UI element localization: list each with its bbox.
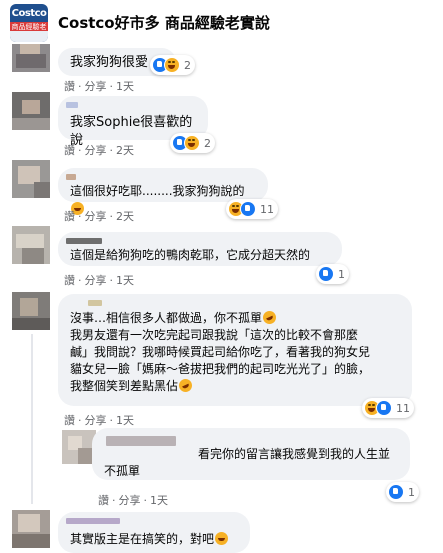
like-link[interactable]: 讚 bbox=[98, 494, 109, 507]
reaction-summary[interactable]: 2 bbox=[150, 55, 195, 75]
haha-reaction-icon bbox=[184, 135, 200, 151]
share-link[interactable]: 分享 bbox=[119, 494, 141, 507]
commenter-avatar[interactable] bbox=[12, 292, 50, 330]
commenter-avatar[interactable] bbox=[12, 160, 50, 198]
comment-timestamp[interactable]: 1天 bbox=[116, 414, 134, 427]
group-title[interactable]: Costco好市多 商品經驗老實說 bbox=[58, 12, 270, 33]
like-reaction-icon bbox=[318, 266, 334, 282]
blurred-name bbox=[106, 436, 176, 446]
reaction-summary[interactable]: 2 bbox=[170, 133, 215, 153]
comment-bubble: 沒事…相信很多人都做過，你不孤單 我男友還有一次吃完起司跟我說「這次的比較不會那… bbox=[58, 294, 412, 406]
comment-bubble: 這個很好吃耶........我家狗狗說的 bbox=[58, 168, 268, 215]
blurred-name bbox=[88, 300, 102, 306]
reaction-summary[interactable]: 1 bbox=[316, 264, 349, 284]
like-reaction-icon bbox=[388, 484, 404, 500]
comment-timestamp[interactable]: 1天 bbox=[150, 494, 168, 507]
share-link[interactable]: 分享 bbox=[85, 80, 107, 93]
comment-timestamp[interactable]: 1天 bbox=[116, 274, 134, 287]
comment-actions: 讚 · 分享 · 1天 bbox=[64, 80, 134, 93]
share-link[interactable]: 分享 bbox=[85, 144, 107, 157]
rofl-emoji-icon bbox=[260, 308, 279, 327]
reaction-summary[interactable]: 11 bbox=[362, 398, 414, 418]
reaction-count: 1 bbox=[408, 485, 415, 499]
reaction-count: 1 bbox=[338, 267, 345, 281]
comment-timestamp[interactable]: 1天 bbox=[116, 80, 134, 93]
comment-actions: 讚 · 分享 · 1天 bbox=[64, 414, 134, 427]
comment-actions: 讚 · 分享 · 2天 bbox=[64, 210, 134, 223]
thread-line bbox=[31, 334, 33, 504]
blurred-name bbox=[66, 238, 102, 244]
commenter-avatar[interactable] bbox=[12, 226, 50, 264]
reaction-count: 2 bbox=[184, 58, 191, 72]
comment-actions: 讚 · 分享 · 1天 bbox=[64, 274, 134, 287]
blurred-name bbox=[66, 518, 120, 524]
haha-reaction-icon bbox=[164, 57, 180, 73]
comment-text: 我家狗狗很愛 bbox=[70, 55, 149, 70]
group-logo-base bbox=[10, 31, 48, 42]
reaction-count: 11 bbox=[260, 202, 274, 216]
reply-bubble: 看完你的留言讓我感覺到我的人生並 不孤單 bbox=[92, 428, 410, 480]
like-link[interactable]: 讚 bbox=[64, 144, 75, 157]
like-link[interactable]: 讚 bbox=[64, 414, 75, 427]
like-reaction-icon bbox=[240, 201, 256, 217]
commenter-avatar[interactable] bbox=[12, 510, 50, 548]
reply-actions: 讚 · 分享 · 1天 bbox=[98, 494, 168, 507]
comment-bubble: 其實版主是在搞笑的，對吧 bbox=[58, 512, 250, 553]
reaction-summary[interactable]: 1 bbox=[386, 482, 419, 502]
rofl-emoji-icon bbox=[176, 376, 195, 395]
like-link[interactable]: 讚 bbox=[64, 274, 75, 287]
reaction-count: 2 bbox=[204, 136, 211, 150]
grinning-emoji-icon bbox=[215, 532, 229, 545]
like-link[interactable]: 讚 bbox=[64, 210, 75, 223]
blurred-name bbox=[66, 174, 76, 180]
comment-text: 沒事…相信很多人都做過，你不孤單 我男友還有一次吃完起司跟我說「這次的比較不會那… bbox=[70, 308, 400, 395]
comment-text: 其實版主是在搞笑的，對吧 bbox=[70, 530, 238, 548]
share-link[interactable]: 分享 bbox=[85, 274, 107, 287]
like-reaction-icon bbox=[376, 400, 392, 416]
reply-commenter-avatar[interactable] bbox=[62, 430, 96, 464]
blurred-name bbox=[66, 102, 78, 108]
share-link[interactable]: 分享 bbox=[85, 414, 107, 427]
commenter-avatar[interactable] bbox=[12, 92, 50, 130]
comment-timestamp[interactable]: 2天 bbox=[116, 210, 134, 223]
reaction-summary[interactable]: 11 bbox=[226, 199, 278, 219]
comment-bubble: 這個是給狗狗吃的鴨肉乾耶，它成分超天然的 bbox=[58, 232, 342, 266]
comment-text: 這個是給狗狗吃的鴨肉乾耶，它成分超天然的 bbox=[70, 248, 311, 262]
comment-actions: 讚 · 分享 · 2天 bbox=[64, 144, 134, 157]
share-link[interactable]: 分享 bbox=[85, 210, 107, 223]
reaction-count: 11 bbox=[396, 401, 410, 415]
group-header: Costco好市 商品經驗老實 Costco好市多 商品經驗老實說 bbox=[0, 0, 443, 44]
like-link[interactable]: 讚 bbox=[64, 80, 75, 93]
group-avatar[interactable]: Costco好市 商品經驗老實 bbox=[10, 4, 48, 42]
comment-timestamp[interactable]: 2天 bbox=[116, 144, 134, 157]
reply-text: 看完你的留言讓我感覺到我的人生並 不孤單 bbox=[104, 447, 391, 478]
